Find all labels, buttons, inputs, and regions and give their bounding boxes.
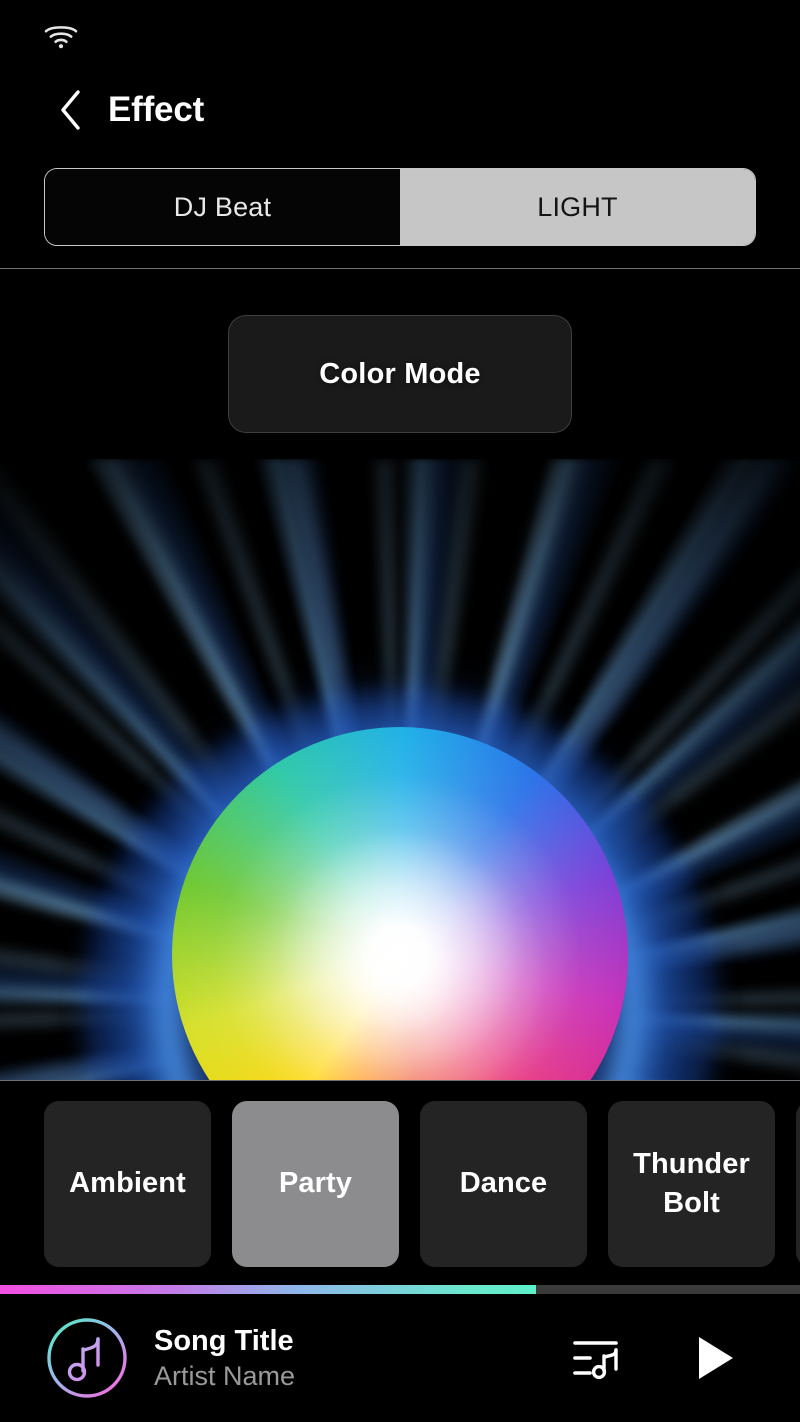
effect-screen: Effect DJ Beat LIGHT Color Mode Ambient … (0, 0, 800, 1422)
preset-label: Party (278, 1167, 353, 1200)
tab-light[interactable]: LIGHT (400, 169, 755, 245)
preset-card-next[interactable] (796, 1101, 800, 1267)
presets-scroller[interactable]: Ambient Party Dance Thunder Bolt (0, 1081, 800, 1285)
mode-tabs-container: DJ Beat LIGHT (0, 148, 800, 268)
track-meta: Song Title Artist Name (154, 1325, 570, 1392)
queue-button[interactable] (570, 1329, 628, 1387)
player-controls (570, 1329, 744, 1387)
track-title: Song Title (154, 1324, 294, 1357)
chevron-left-icon (56, 88, 86, 132)
play-button[interactable] (686, 1329, 744, 1387)
back-button[interactable] (48, 87, 94, 133)
presets-row: Ambient Party Dance Thunder Bolt (44, 1101, 800, 1267)
preset-card-ambient[interactable]: Ambient (44, 1101, 211, 1267)
color-wheel-highlight (172, 727, 628, 1080)
track-artist: Artist Name (154, 1360, 296, 1391)
music-note-icon (44, 1315, 130, 1401)
playlist-music-icon (572, 1333, 626, 1383)
preset-card-dance[interactable]: Dance (420, 1101, 587, 1267)
tab-dj-beat[interactable]: DJ Beat (45, 169, 400, 245)
color-wheel[interactable] (172, 727, 628, 1080)
album-art[interactable] (44, 1315, 130, 1401)
now-playing-bar: Song Title Artist Name (0, 1294, 800, 1422)
nav-bar: Effect (0, 72, 800, 148)
preset-card-thunder-bolt[interactable]: Thunder Bolt (608, 1101, 775, 1267)
color-mode-label: Color Mode (319, 357, 481, 390)
playback-progress-fill (0, 1285, 536, 1294)
playback-progress-track[interactable] (0, 1285, 800, 1294)
wifi-icon (44, 23, 78, 49)
preset-card-party[interactable]: Party (232, 1101, 399, 1267)
preset-label: Thunder Bolt (633, 1147, 750, 1219)
play-icon (693, 1334, 737, 1382)
page-title: Effect (108, 90, 205, 129)
preset-label: Dance (459, 1167, 548, 1200)
light-preview-stage: Color Mode (0, 269, 800, 1080)
status-bar (0, 0, 800, 72)
mode-segmented-control[interactable]: DJ Beat LIGHT (44, 168, 756, 246)
color-mode-button[interactable]: Color Mode (228, 315, 572, 433)
preset-label: Ambient (69, 1167, 186, 1200)
